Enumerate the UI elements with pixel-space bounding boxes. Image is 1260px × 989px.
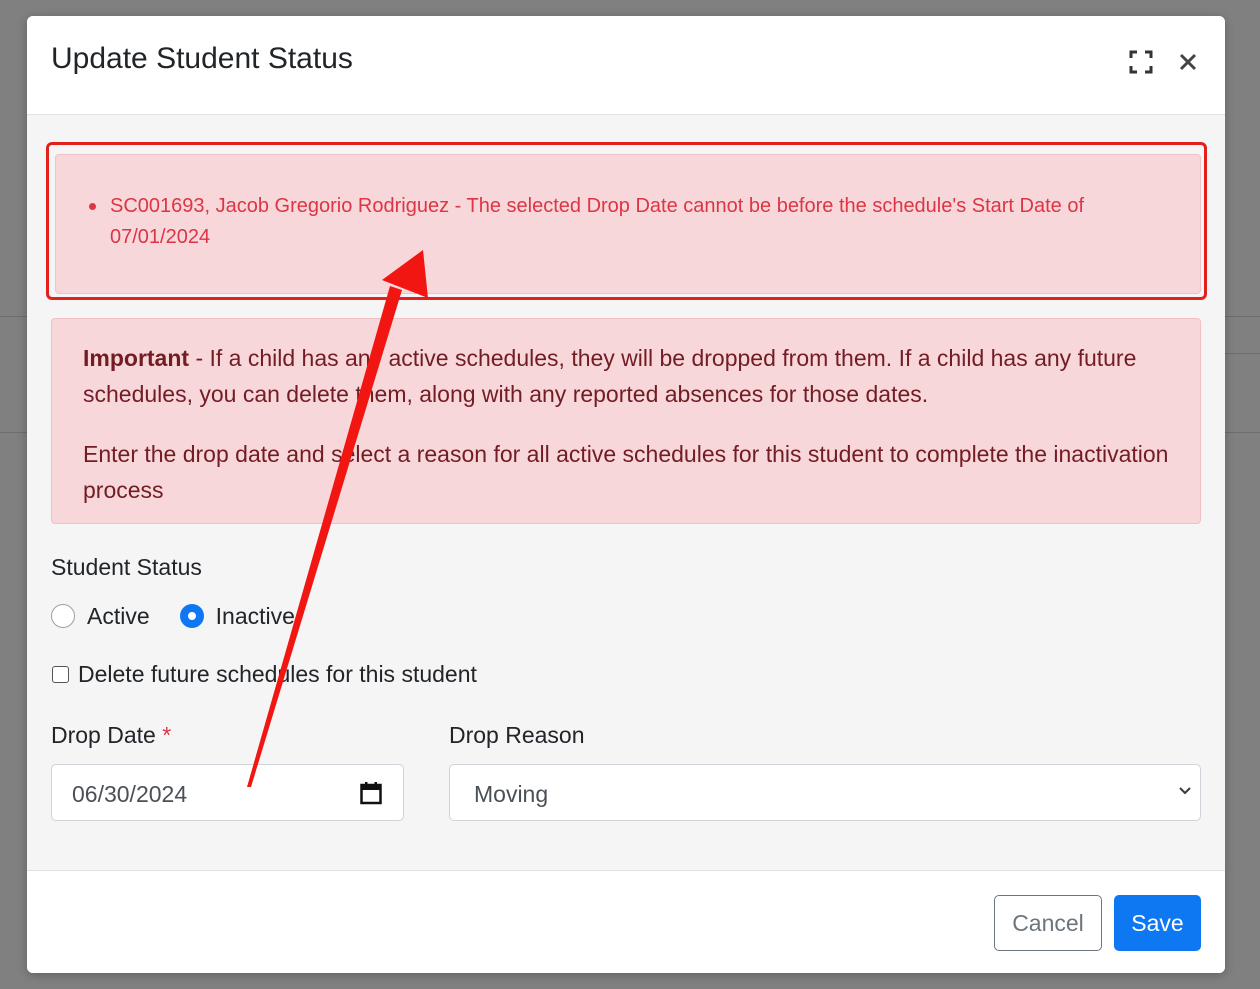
error-message: SC001693, Jacob Gregorio Rodriguez - The… xyxy=(110,195,1085,248)
modal-footer: Cancel Save xyxy=(27,870,1225,973)
calendar-icon[interactable] xyxy=(360,781,382,805)
drop-reason-label: Drop Reason xyxy=(449,722,585,748)
chevron-down-icon xyxy=(1179,787,1191,795)
background-divider xyxy=(0,316,27,317)
info-paragraph-1-text: - If a child has any active schedules, t… xyxy=(83,345,1137,407)
modal-title: Update Student Status xyxy=(51,42,353,75)
radio-inactive[interactable] xyxy=(179,604,204,628)
update-student-status-modal: Update Student Status SC001693, Jacob Gr… xyxy=(27,16,1225,973)
drop-reason-value: Moving xyxy=(474,781,549,807)
expand-icon xyxy=(1129,50,1153,74)
close-icon xyxy=(1179,53,1197,71)
background-divider xyxy=(1225,432,1260,433)
cancel-button[interactable]: Cancel xyxy=(994,895,1102,951)
delete-future-schedules-checkbox[interactable] xyxy=(52,666,69,683)
drop-date-value: 06/30/2024 xyxy=(72,781,188,807)
student-status-label: Student Status xyxy=(51,554,202,580)
expand-button[interactable] xyxy=(1125,46,1157,78)
required-marker: * xyxy=(162,722,172,748)
error-alert: SC001693, Jacob Gregorio Rodriguez - The… xyxy=(55,154,1201,294)
radio-inactive-label[interactable]: Inactive xyxy=(216,603,295,630)
important-info-alert: Important - If a child has any active sc… xyxy=(51,318,1201,524)
save-button[interactable]: Save xyxy=(1114,895,1201,951)
background-divider xyxy=(1225,316,1260,317)
radio-active[interactable] xyxy=(51,604,75,628)
drop-date-label-text: Drop Date xyxy=(51,722,156,748)
bullet-icon xyxy=(89,203,96,210)
student-status-radio-group: Active Inactive xyxy=(51,600,295,632)
modal-header: Update Student Status xyxy=(27,16,1225,115)
drop-date-input[interactable]: 06/30/2024 xyxy=(51,764,404,821)
important-label: Important xyxy=(83,345,190,371)
drop-reason-select[interactable]: Moving xyxy=(449,764,1201,821)
info-paragraph-2: Enter the drop date and select a reason … xyxy=(83,441,1169,503)
radio-active-label[interactable]: Active xyxy=(87,603,150,630)
background-divider xyxy=(0,432,27,433)
drop-date-label: Drop Date * xyxy=(51,722,171,749)
close-button[interactable] xyxy=(1172,46,1204,78)
info-paragraph-1: Important - If a child has any active sc… xyxy=(83,340,1173,412)
delete-future-schedules-label[interactable]: Delete future schedules for this student xyxy=(78,661,477,688)
background-divider xyxy=(1225,353,1260,354)
